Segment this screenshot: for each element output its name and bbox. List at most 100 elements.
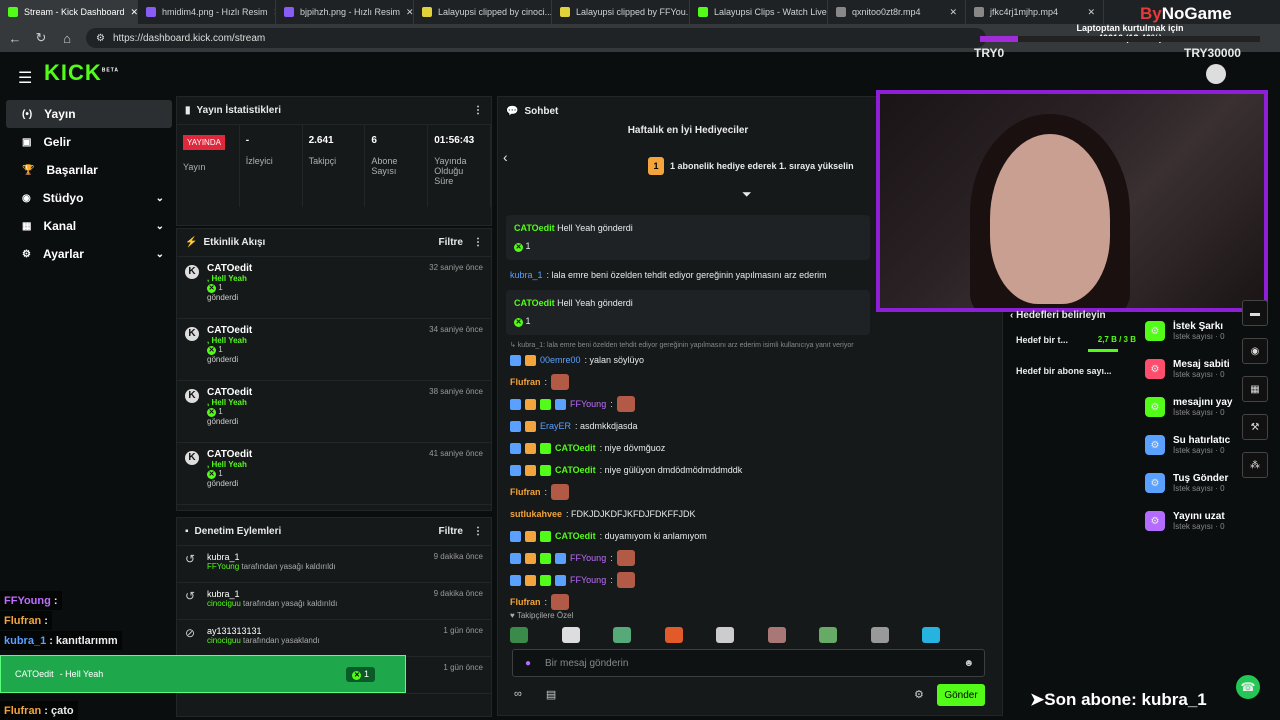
send-button[interactable]: Gönder	[937, 684, 985, 706]
chat-user[interactable]: 00emre00	[540, 355, 581, 365]
sidebar-item-yayın[interactable]: (•) Yayın	[6, 100, 172, 128]
count-value: 1	[218, 283, 223, 292]
site-info-icon[interactable]: ⚙	[96, 33, 105, 44]
quick-action[interactable]: ⚙ Mesaj sabiti İstek sayısı · 0	[1145, 350, 1240, 388]
chat-input[interactable]: ● Bir mesaj gönderin ☻	[512, 649, 985, 677]
browser-tab[interactable]: qxnitoo0zt8r.mp4 ✕	[828, 0, 966, 24]
broadcast-icon[interactable]: ◉	[1242, 338, 1268, 364]
chat-message: Flufran:	[498, 591, 878, 613]
chat-user[interactable]: CATOedit	[514, 298, 555, 308]
browser-tab[interactable]: Lalayupsi clipped by cinoci...✕	[414, 0, 552, 24]
chevron-down-icon[interactable]: ⌄	[156, 193, 164, 204]
goal-item[interactable]: Hedef bir t... 2,7 B / 3 B	[1006, 335, 1136, 345]
support-icon[interactable]: ☎	[1236, 675, 1260, 699]
chat-user: kubra_1	[4, 634, 47, 647]
close-icon[interactable]: ✕	[406, 7, 413, 18]
chat-icon[interactable]: ▬	[1242, 300, 1268, 326]
sidebar-item-gelir[interactable]: ▣ Gelir	[6, 128, 172, 156]
sidebar-item-başarılar[interactable]: 🏆 Başarılar	[6, 156, 172, 184]
badge-icon	[525, 530, 536, 542]
wrench-icon[interactable]: ⚒	[1242, 414, 1268, 440]
expand-icon[interactable]: ⏷	[742, 187, 752, 202]
emoji-icon[interactable]: ☻	[963, 658, 974, 669]
browser-tab[interactable]: hmidim4.png - Hızlı Resim✕	[138, 0, 276, 24]
goal-item[interactable]: Hedef bir abone sayı...	[1006, 366, 1136, 376]
emote-icon[interactable]	[510, 627, 528, 643]
chat-user[interactable]: CATOedit	[555, 443, 596, 453]
chat-text: : lala emre beni özelden tehdit ediyor g…	[546, 270, 827, 280]
chat-text: : asdmkkdjasda	[575, 421, 638, 431]
sidebar-item-label: Başarılar	[46, 163, 98, 177]
chat-user[interactable]: ErayER	[540, 421, 571, 431]
browser-tab[interactable]: Lalayupsi Clips - Watch Live...✕	[690, 0, 828, 24]
layout-icon[interactable]: ▦	[1242, 376, 1268, 402]
event-time: 41 saniye önce	[429, 449, 483, 458]
chevron-down-icon[interactable]: ⌄	[156, 249, 164, 260]
more-icon[interactable]: ⋮	[473, 526, 483, 537]
emote-icon[interactable]	[870, 627, 889, 643]
emote-icon[interactable]	[767, 627, 786, 643]
url-field[interactable]: ⚙ https://dashboard.kick.com/stream	[86, 28, 986, 48]
emote-icon[interactable]	[561, 627, 580, 643]
reload-icon[interactable]: ↻	[34, 30, 48, 46]
home-icon[interactable]: ⌂	[60, 31, 74, 46]
event-row: K CATOedit, Hell Yeah ✕ 1 gönderdi 41 saniye…	[177, 443, 491, 505]
browser-tab[interactable]: bjpihzh.png - Hızlı Resim ✕	[276, 0, 414, 24]
gift-card: CATOedit Hell Yeah gönderdi ✕ 1	[506, 215, 870, 260]
chat-user[interactable]: FFYoung	[570, 553, 606, 563]
chat-user[interactable]: Flufran	[510, 377, 541, 387]
favicon-icon	[146, 7, 156, 17]
menu-icon[interactable]: ☰	[18, 68, 32, 88]
emote-icon[interactable]	[716, 627, 734, 643]
chat-user[interactable]: Flufran	[510, 597, 541, 607]
stat-value: 6	[371, 135, 377, 146]
share-icon[interactable]: ⁂	[1242, 452, 1268, 478]
goals-title[interactable]: ‹ Hedefleri belirleyin	[1006, 310, 1136, 321]
chat-text: : kanıtlarımm	[49, 634, 118, 647]
quick-action[interactable]: ⚙ İstek Şarkı İstek sayısı · 0	[1145, 312, 1240, 350]
chat-user[interactable]: FFYoung	[570, 575, 606, 585]
sidebar-item-stüdyo[interactable]: ◉ Stüdyo ⌄	[6, 184, 172, 212]
chat-message: FFYoung:	[498, 569, 878, 591]
back-icon[interactable]: ←	[8, 31, 22, 46]
emote-icon[interactable]	[613, 627, 631, 643]
chat-user[interactable]: CATOedit	[555, 531, 596, 541]
filter-button[interactable]: Filtre	[439, 237, 463, 248]
sidebar-item-ayarlar[interactable]: ⚙ Ayarlar ⌄	[6, 240, 172, 268]
chat-user[interactable]: FFYoung	[570, 399, 606, 409]
emote-icon	[616, 396, 635, 412]
chevron-left-icon[interactable]: ‹	[503, 149, 508, 165]
browser-tab[interactable]: Lalayupsi clipped by FFYou...✕	[552, 0, 690, 24]
mod-action: tarafından yasaklandı	[240, 636, 320, 645]
close-icon[interactable]: ✕	[131, 7, 137, 18]
chat-user[interactable]: CATOedit	[514, 223, 555, 233]
sidebar-item-kanal[interactable]: ▦ Kanal ⌄	[6, 212, 172, 240]
mic-icon[interactable]: ●	[525, 658, 531, 669]
badge-icon	[540, 552, 551, 564]
browser-tab[interactable]: Stream - Kick Dashboard ✕	[0, 0, 138, 24]
chat-user[interactable]: kubra_1	[510, 270, 543, 280]
badge-icon	[555, 574, 566, 586]
more-icon[interactable]: ⋮	[473, 105, 483, 116]
kick-logo[interactable]: KICKBETA	[44, 60, 119, 86]
chat-user[interactable]: CATOedit	[555, 465, 596, 475]
event-verb: gönderdi	[207, 355, 239, 364]
chevron-down-icon[interactable]: ⌄	[156, 221, 164, 232]
chat-user[interactable]: sutlukahvee	[510, 509, 562, 519]
chat-user[interactable]: Flufran	[510, 487, 541, 497]
sidebar-icon: ▣	[22, 136, 32, 148]
more-icon[interactable]: ⋮	[473, 237, 483, 248]
quick-action[interactable]: ⚙ mesajını yay İstek sayısı · 0	[1145, 388, 1240, 426]
emote-icon[interactable]	[819, 627, 837, 643]
users-icon[interactable]: ∞	[514, 688, 522, 701]
settings-icon[interactable]: ⚙	[914, 688, 924, 701]
quick-action[interactable]: ⚙ Su hatırlatıc İstek sayısı · 0	[1145, 426, 1240, 464]
close-icon[interactable]: ✕	[949, 7, 957, 18]
emote-icon[interactable]	[922, 627, 940, 643]
emote-icon[interactable]	[664, 627, 683, 643]
filter-button[interactable]: Filtre	[439, 526, 463, 537]
quick-action[interactable]: ⚙ Yayını uzat İstek sayısı · 0	[1145, 502, 1240, 540]
store-icon[interactable]: ▤	[546, 688, 556, 701]
tab-title: qxnitoo0zt8r.mp4	[852, 7, 921, 17]
quick-action[interactable]: ⚙ Tuş Gönder İstek sayısı · 0	[1145, 464, 1240, 502]
